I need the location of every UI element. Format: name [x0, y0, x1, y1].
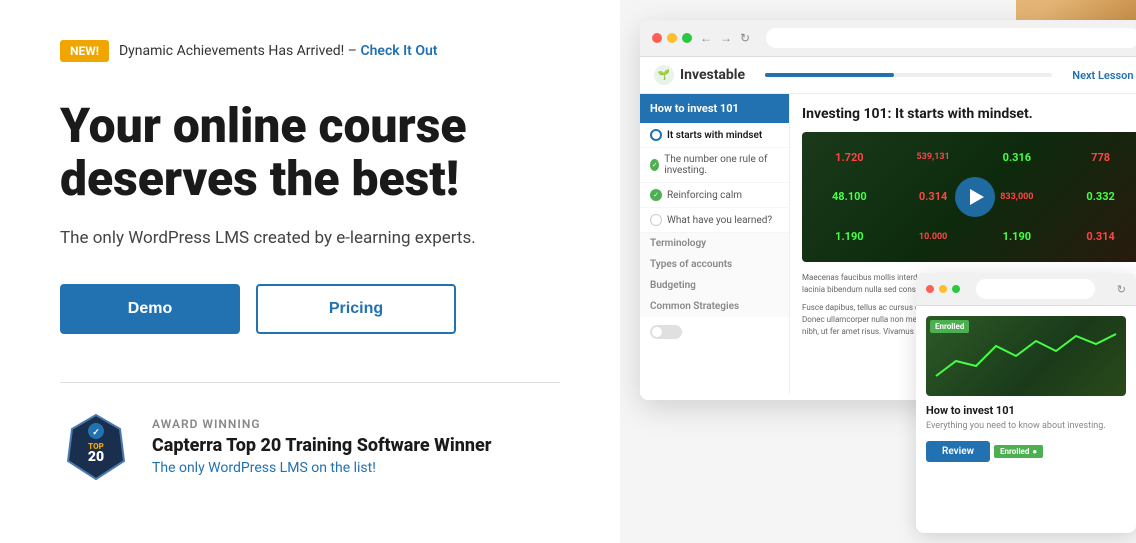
card-enrolled-badge: Enrolled: [930, 320, 969, 333]
lms-section-strategies: Common Strategies: [640, 296, 789, 317]
dot-green-2: [952, 285, 960, 293]
lms-next-lesson-btn[interactable]: Next Lesson ▶: [1072, 69, 1136, 82]
browser-secondary-refresh: ↻: [1117, 283, 1126, 296]
dot-red-2: [926, 285, 934, 293]
lms-section-types: Types of accounts: [640, 254, 789, 275]
pricing-button[interactable]: Pricing: [256, 284, 456, 334]
card-review-button[interactable]: Review: [926, 441, 990, 462]
lms-section-budgeting: Budgeting: [640, 275, 789, 296]
card-image: Enrolled: [926, 316, 1126, 396]
browser-secondary-address: [976, 279, 1095, 299]
svg-text:20: 20: [88, 449, 104, 465]
button-group: Demo Pricing: [60, 284, 560, 334]
card-subtitle: Everything you need to know about invest…: [926, 421, 1126, 431]
lms-sidebar: How to invest 101 It starts with mindset…: [640, 94, 790, 394]
lms-progress-bar: [765, 73, 1052, 77]
lesson-check-2: ✓: [650, 159, 659, 171]
dot-red: [652, 33, 662, 43]
award-label: AWARD WINNING: [152, 417, 491, 431]
lms-lesson-3[interactable]: ✓ Reinforcing calm: [640, 183, 789, 208]
hero-title: Your online course deserves the best!: [60, 100, 560, 206]
browser-nav: ← → ↻: [700, 31, 750, 45]
hero-section: Your online course deserves the best! Th…: [60, 100, 560, 381]
announcement-link[interactable]: Check It Out: [360, 43, 437, 59]
award-title: Capterra Top 20 Training Software Winner: [152, 435, 491, 456]
announcement-text: Dynamic Achievements Has Arrived! – Chec…: [119, 43, 438, 59]
lms-toggle[interactable]: [650, 325, 682, 339]
browser-address-bar: [766, 28, 1136, 48]
hero-subtitle: The only WordPress LMS created by e-lear…: [60, 226, 560, 252]
enrolled-badge: Enrolled ●: [994, 445, 1043, 458]
announcement-bar: NEW! Dynamic Achievements Has Arrived! –…: [60, 40, 438, 62]
browser-secondary-chrome: ↻: [916, 273, 1136, 306]
browser-dots: [652, 33, 692, 43]
divider: [60, 382, 560, 383]
lesson-indicator-1: [650, 129, 662, 141]
lms-section-terminology: Terminology: [640, 233, 789, 254]
demo-button[interactable]: Demo: [60, 284, 240, 334]
play-button[interactable]: [955, 177, 995, 217]
browser-chrome: ← → ↻: [640, 20, 1136, 57]
dot-yellow: [667, 33, 677, 43]
award-subtitle: The only WordPress LMS on the list!: [152, 460, 491, 476]
lms-logo-icon: 🌱: [654, 65, 674, 85]
course-card: Enrolled How to invest 101 Everything yo…: [916, 306, 1136, 472]
dot-green: [682, 33, 692, 43]
new-badge: NEW!: [60, 40, 109, 62]
lms-video[interactable]: 1.720 539,131 0.316 778 48.100 0.314 833…: [802, 132, 1136, 262]
award-section: ✓ TOP 20 AWARD WINNING Capterra Top 20 T…: [60, 411, 560, 483]
lms-course-title: How to invest 101: [640, 94, 789, 123]
right-panel: ← → ↻ 🌱 Investable Next Lesson ▶: [620, 0, 1136, 543]
dot-yellow-2: [939, 285, 947, 293]
lesson-indicator-4: [650, 214, 662, 226]
lms-lesson-1[interactable]: It starts with mindset: [640, 123, 789, 148]
lms-header: 🌱 Investable Next Lesson ▶: [640, 57, 1136, 94]
lms-logo: 🌱 Investable: [654, 65, 745, 85]
capterra-badge: ✓ TOP 20: [60, 411, 132, 483]
browser-secondary-window: ↻ Enrolled How to invest 101 Everything …: [916, 273, 1136, 533]
lms-lesson-2[interactable]: ✓ The number one rule of investing.: [640, 148, 789, 183]
card-chart: [926, 326, 1126, 386]
lms-progress-fill: [765, 73, 894, 77]
svg-text:✓: ✓: [92, 428, 100, 438]
lms-lesson-4[interactable]: What have you learned?: [640, 208, 789, 233]
card-title: How to invest 101: [926, 404, 1126, 417]
play-icon: [970, 189, 984, 205]
award-text: AWARD WINNING Capterra Top 20 Training S…: [152, 417, 491, 476]
lesson-check-3: ✓: [650, 189, 662, 201]
browser-secondary-dots: [926, 285, 960, 293]
lms-content-title: Investing 101: It starts with mindset.: [802, 106, 1136, 122]
lms-logo-name: Investable: [680, 67, 745, 83]
page-container: NEW! Dynamic Achievements Has Arrived! –…: [0, 0, 1136, 543]
left-panel: NEW! Dynamic Achievements Has Arrived! –…: [0, 0, 620, 543]
